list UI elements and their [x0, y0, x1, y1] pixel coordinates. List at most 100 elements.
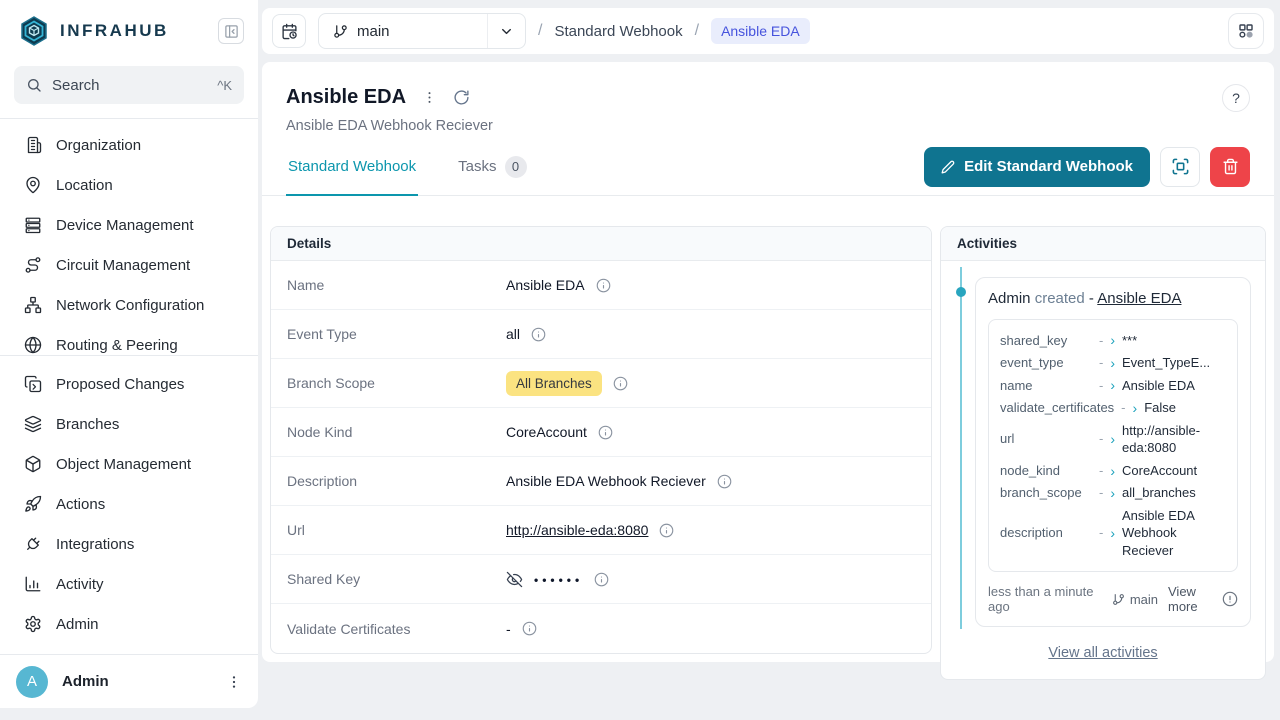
tab-standard-webhook[interactable]: Standard Webhook [286, 138, 418, 195]
search-icon [26, 77, 42, 93]
diff-new-value: *** [1122, 332, 1226, 350]
sidebar-item-actions[interactable]: Actions [0, 484, 258, 524]
info-icon[interactable] [717, 474, 732, 489]
chevron-right-icon: › [1110, 378, 1115, 392]
detail-row-shared-key: Shared Key •••••• [271, 555, 931, 604]
info-icon[interactable] [613, 376, 628, 391]
chevron-down-icon[interactable] [487, 14, 525, 48]
info-icon[interactable] [598, 425, 613, 440]
tabs-row: Standard Webhook Tasks 0 Edit Standard W… [262, 138, 1274, 196]
activity-object-link[interactable]: Ansible EDA [1097, 290, 1181, 307]
sidebar-item-location[interactable]: Location [0, 165, 258, 205]
gear-icon [24, 615, 42, 633]
alert-circle-icon[interactable] [1222, 591, 1238, 607]
sidebar-item-activity[interactable]: Activity [0, 564, 258, 604]
sidebar-item-network-configuration[interactable]: Network Configuration [0, 285, 258, 325]
info-icon[interactable] [596, 278, 611, 293]
diff-key: node_kind [1000, 462, 1092, 480]
sidebar-item-label: Circuit Management [56, 257, 190, 274]
detail-label: Node Kind [287, 424, 506, 440]
chevron-right-icon: › [1110, 464, 1115, 478]
tab-tasks[interactable]: Tasks 0 [456, 138, 528, 195]
details-panel: Details Name Ansible EDA Event Type all … [270, 226, 932, 654]
avatar: A [16, 666, 48, 698]
sidebar-item-label: Organization [56, 137, 141, 154]
view-more-link[interactable]: View more [1168, 584, 1212, 614]
calendar-clock-icon[interactable] [272, 14, 306, 48]
detail-row-node-kind: Node Kind CoreAccount [271, 408, 931, 457]
detail-row-event-type: Event Type all [271, 310, 931, 359]
diff-key: shared_key [1000, 332, 1092, 350]
top-bar: main / Standard Webhook / Ansible EDA [262, 8, 1274, 54]
info-icon[interactable] [659, 523, 674, 538]
view-all-activities: View all activities [941, 629, 1265, 679]
user-menu[interactable]: A Admin [0, 654, 258, 708]
branch-selector-value: main [319, 14, 487, 48]
user-name: Admin [62, 673, 109, 690]
user-kebab-icon[interactable] [226, 674, 242, 690]
building-icon [24, 136, 42, 154]
chevron-right-icon: › [1110, 486, 1115, 500]
sidebar-item-circuit-management[interactable]: Circuit Management [0, 245, 258, 285]
page-title: Ansible EDA [286, 86, 406, 109]
tab-badge: 0 [505, 156, 527, 178]
sidebar-item-integrations[interactable]: Integrations [0, 524, 258, 564]
diff-key: validate_certificates [1000, 399, 1114, 417]
branch-selector[interactable]: main [318, 13, 526, 49]
url-link[interactable]: http://ansible-eda:8080 [506, 522, 648, 538]
sidebar-item-label: Device Management [56, 217, 194, 234]
sidebar-item-label: Proposed Changes [56, 376, 184, 393]
detail-label: Shared Key [287, 571, 506, 587]
activity-timestamp: less than a minute ago [988, 584, 1102, 614]
globe-icon [24, 336, 42, 354]
help-button[interactable]: ? [1222, 84, 1250, 112]
sidebar-item-branches[interactable]: Branches [0, 404, 258, 444]
sidebar-item-organization[interactable]: Organization [0, 125, 258, 165]
eye-off-icon[interactable] [506, 571, 523, 588]
view-all-activities-link[interactable]: View all activities [1048, 645, 1157, 661]
diff-new-value: Ansible EDA Webhook Reciever [1122, 507, 1226, 560]
branch-scope-badge: All Branches [506, 371, 602, 396]
timeline-line [960, 267, 962, 629]
diff-old-value: - [1099, 332, 1103, 350]
title-kebab-icon[interactable] [422, 90, 437, 105]
layers-icon [24, 415, 42, 433]
refresh-icon[interactable] [453, 89, 470, 106]
diff-key: name [1000, 377, 1092, 395]
diff-row-validate-certificates: validate_certificates - › False [1000, 397, 1226, 420]
tab-label: Tasks [458, 158, 496, 175]
diff-new-value: all_branches [1122, 484, 1226, 502]
detail-value: - [506, 621, 511, 637]
info-icon[interactable] [522, 621, 537, 636]
route-icon [24, 256, 42, 274]
schema-icon[interactable] [1228, 13, 1264, 49]
activities-panel-title: Activities [941, 227, 1265, 261]
sidebar-item-object-management[interactable]: Object Management [0, 444, 258, 484]
sidebar-nav-group-1: Organization Location Device Management … [0, 119, 258, 355]
export-object-button[interactable] [1160, 147, 1200, 187]
trash-icon [1222, 158, 1239, 175]
detail-value: Ansible EDA Webhook Reciever [506, 473, 706, 489]
info-icon[interactable] [531, 327, 546, 342]
detail-label: Name [287, 277, 506, 293]
delete-button[interactable] [1210, 147, 1250, 187]
sidebar-item-admin[interactable]: Admin [0, 604, 258, 644]
sidebar-item-device-management[interactable]: Device Management [0, 205, 258, 245]
diff-key: url [1000, 430, 1092, 448]
diff-old-value: - [1099, 377, 1103, 395]
search-input[interactable]: Search ^K [14, 66, 244, 104]
plug-icon [24, 535, 42, 553]
sidebar-nav-group-2: Proposed Changes Branches Object Managem… [0, 356, 258, 644]
collapse-sidebar-icon[interactable] [218, 18, 244, 44]
diff-key: description [1000, 524, 1092, 542]
diff-row-node-kind: node_kind - › CoreAccount [1000, 459, 1226, 482]
edit-standard-webhook-button[interactable]: Edit Standard Webhook [924, 147, 1150, 187]
breadcrumb-parent[interactable]: Standard Webhook [554, 23, 682, 40]
scan-object-icon [1171, 157, 1190, 176]
info-icon[interactable] [594, 572, 609, 587]
breadcrumb-current[interactable]: Ansible EDA [711, 18, 810, 44]
sidebar-item-proposed-changes[interactable]: Proposed Changes [0, 364, 258, 404]
diff-new-value: Ansible EDA [1122, 377, 1226, 395]
git-branch-icon [333, 24, 348, 39]
sidebar-item-routing-peering[interactable]: Routing & Peering [0, 325, 258, 355]
